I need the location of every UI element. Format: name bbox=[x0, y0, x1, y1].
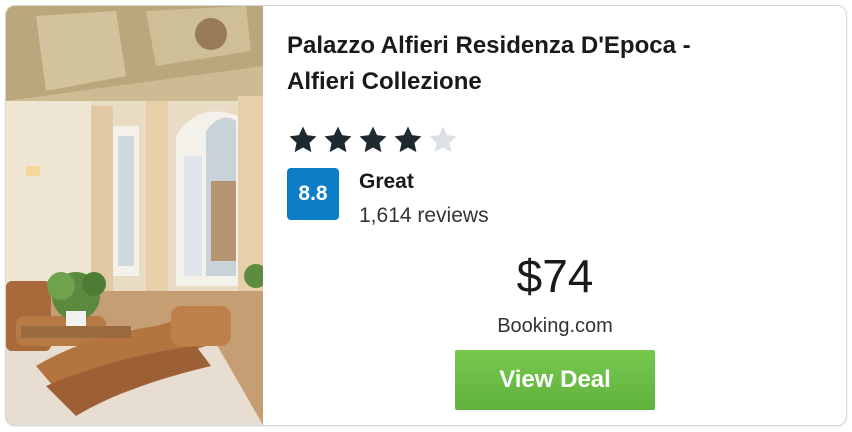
star-rating bbox=[286, 123, 460, 157]
hotel-name[interactable]: Palazzo Alfieri Residenza D'Epoca - Alfi… bbox=[287, 28, 807, 100]
deal-price[interactable]: $74 bbox=[455, 249, 655, 303]
room-image bbox=[6, 6, 263, 425]
star-filled-icon bbox=[324, 126, 352, 153]
star-filled-icon bbox=[359, 126, 387, 153]
rating-score-badge: 8.8 bbox=[287, 168, 339, 220]
star-filled-icon bbox=[289, 126, 317, 153]
deal-provider[interactable]: Booking.com bbox=[455, 315, 655, 338]
hotel-photo[interactable] bbox=[6, 6, 263, 425]
view-deal-button[interactable]: View Deal bbox=[455, 350, 655, 410]
hotel-name-line1[interactable]: Palazzo Alfieri Residenza D'Epoca - bbox=[287, 28, 807, 64]
star-empty-icon bbox=[429, 126, 457, 153]
rating-label: Great bbox=[359, 170, 414, 193]
review-count[interactable]: 1,614 reviews bbox=[359, 204, 489, 228]
hotel-name-line2[interactable]: Alfieri Collezione bbox=[287, 64, 807, 100]
star-filled-icon bbox=[394, 126, 422, 153]
hotel-card[interactable]: Palazzo Alfieri Residenza D'Epoca - Alfi… bbox=[5, 5, 847, 426]
